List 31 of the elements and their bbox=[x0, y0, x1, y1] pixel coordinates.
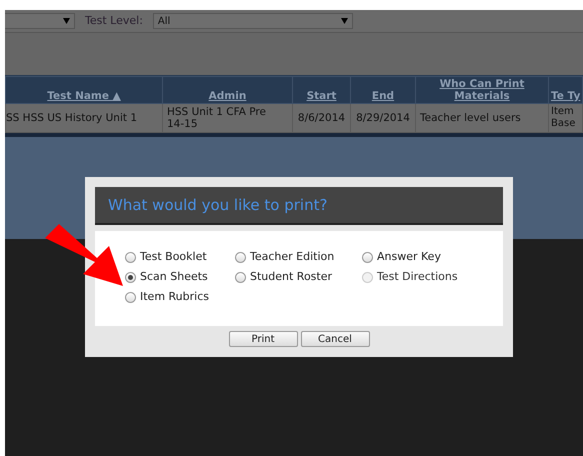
option-label: Test Directions bbox=[377, 268, 458, 285]
radio-button[interactable] bbox=[125, 272, 136, 282]
filter-label: Test Level: bbox=[85, 12, 143, 29]
radio-button[interactable] bbox=[362, 252, 373, 262]
column-header[interactable]: Who Can Print Materials bbox=[416, 76, 548, 104]
dropdown[interactable]: All bbox=[152, 13, 353, 29]
table-cell: Teacher level users bbox=[416, 104, 548, 132]
arrow-icon bbox=[45, 224, 123, 286]
table-cell: Item Base bbox=[548, 104, 582, 132]
radio-button[interactable] bbox=[235, 272, 246, 282]
table-cell: SS HSS US History Unit 1 bbox=[6, 104, 162, 132]
column-header[interactable]: Test Name ▲ bbox=[6, 76, 162, 104]
radio-button[interactable] bbox=[125, 292, 136, 302]
dialog-button[interactable]: Cancel bbox=[300, 331, 370, 347]
dropdown-arrow-icon bbox=[63, 18, 70, 24]
option-label[interactable]: Teacher Edition bbox=[250, 248, 334, 266]
radio-button[interactable] bbox=[235, 252, 246, 262]
radio-button[interactable] bbox=[125, 252, 136, 262]
option-label[interactable]: Test Booklet bbox=[140, 248, 207, 266]
option-label[interactable]: Scan Sheets bbox=[140, 268, 208, 286]
column-header[interactable]: Admin bbox=[162, 76, 292, 104]
option-label[interactable]: Answer Key bbox=[377, 248, 441, 266]
dialog-button[interactable]: Print bbox=[228, 331, 298, 347]
table-cell: HSS Unit 1 CFA Pre 14-15 bbox=[162, 104, 292, 132]
dialog-title: What would you like to print? bbox=[95, 187, 503, 225]
dropdown-arrow-icon bbox=[340, 18, 348, 24]
option-label[interactable]: Student Roster bbox=[250, 268, 332, 286]
dropdown[interactable] bbox=[5, 13, 75, 29]
option-label[interactable]: Item Rubrics bbox=[140, 288, 209, 306]
table-cell: 8/29/2014 bbox=[350, 104, 416, 132]
table-cell: 8/6/2014 bbox=[292, 104, 350, 132]
